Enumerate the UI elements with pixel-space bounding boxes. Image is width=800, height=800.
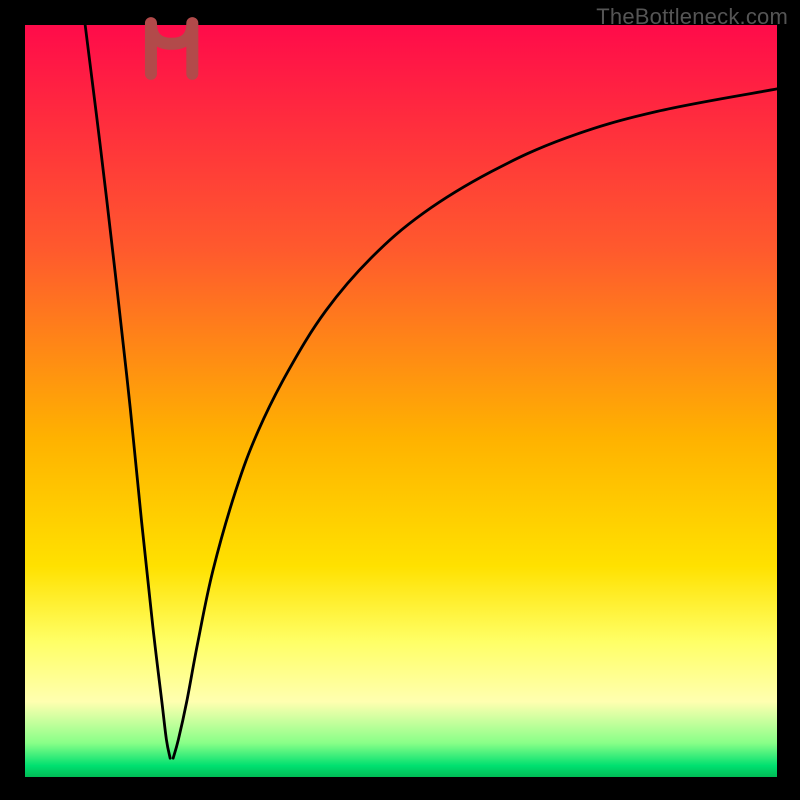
bottleneck-chart: [0, 0, 800, 800]
watermark-text: TheBottleneck.com: [596, 4, 788, 30]
gradient-panel: [25, 25, 777, 777]
